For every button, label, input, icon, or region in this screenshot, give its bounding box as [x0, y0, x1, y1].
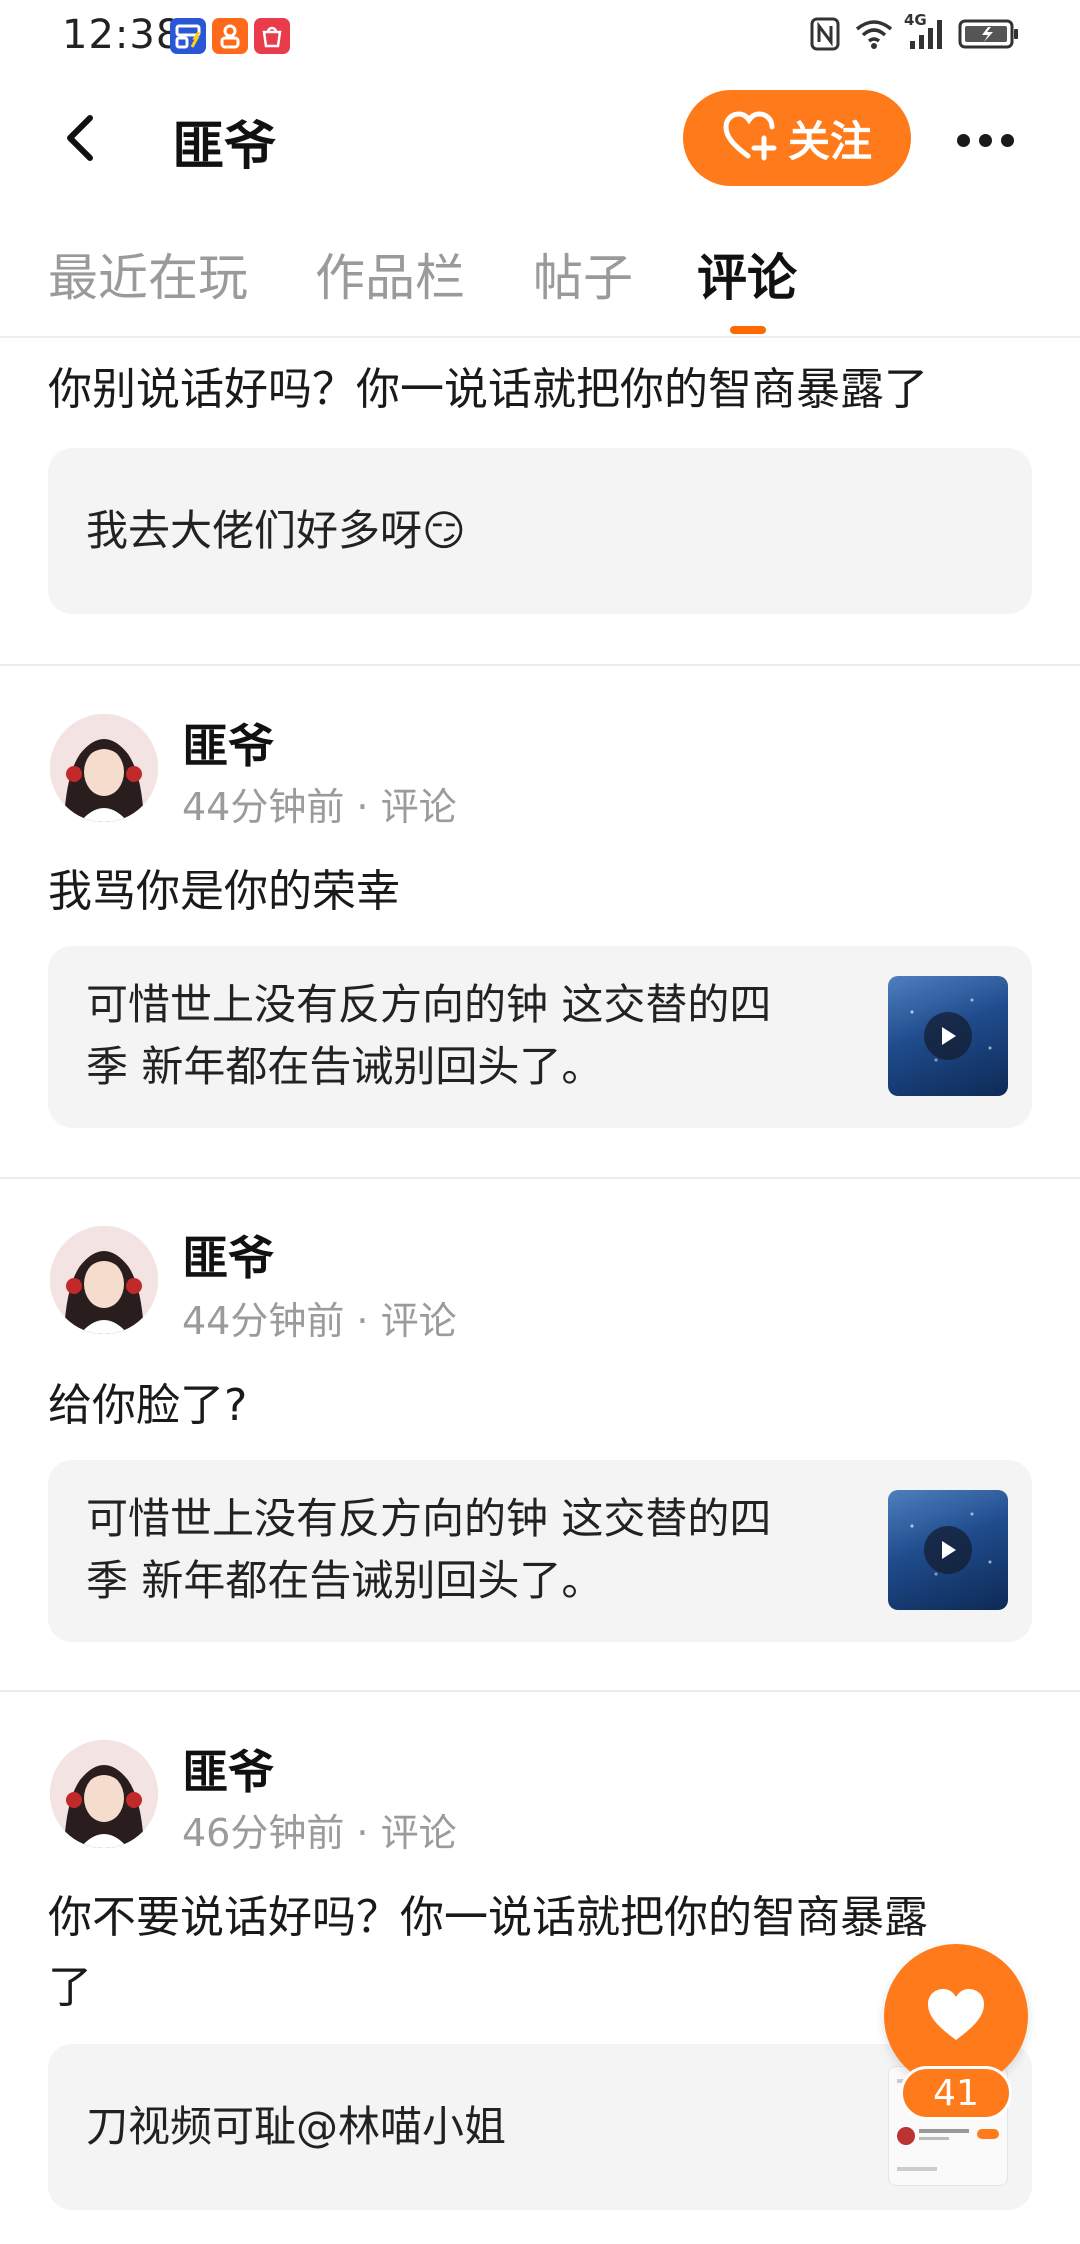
- more-options-button[interactable]: [950, 112, 1020, 168]
- divider: [0, 664, 1080, 666]
- quoted-post-text: 刀视频可耻@林喵小姐: [86, 2102, 507, 2151]
- profile-header: 匪爷 关注: [0, 72, 1080, 202]
- comment-text-line: 你不要说话好吗？你一说话就把你的智商暴露: [48, 1892, 928, 1943]
- comment-text: 你别说话好吗？你一说话就把你的智商暴露了: [48, 364, 928, 415]
- avatar[interactable]: [50, 1226, 158, 1334]
- comment-text: 给你脸了?: [48, 1380, 248, 1431]
- quoted-post[interactable]: 我去大佬们好多呀😏: [48, 448, 1032, 614]
- quoted-post[interactable]: 刀视频可耻@林喵小姐: [48, 2044, 1032, 2210]
- play-icon: [924, 1012, 972, 1060]
- user-name[interactable]: 匪爷: [182, 710, 274, 776]
- follow-label: 关注: [787, 116, 872, 166]
- divider: [0, 1177, 1080, 1179]
- network-type: 4G: [904, 11, 927, 29]
- status-bar: 12:38 4G: [0, 0, 1080, 72]
- nfc-icon: [810, 17, 840, 55]
- avatar[interactable]: [50, 1740, 158, 1848]
- divider: [0, 1690, 1080, 1692]
- app-notification-icon: [170, 18, 206, 54]
- comment-meta: 46分钟前 · 评论: [182, 1811, 457, 1855]
- video-thumbnail[interactable]: [888, 1490, 1008, 1610]
- avatar[interactable]: [50, 714, 158, 822]
- user-name[interactable]: 匪爷: [182, 1222, 274, 1288]
- tab-comments[interactable]: 评论: [697, 238, 797, 310]
- comment-meta: 44分钟前 · 评论: [182, 1299, 457, 1343]
- comment-meta: 44分钟前 · 评论: [182, 785, 457, 829]
- user-name[interactable]: 匪爷: [182, 1736, 274, 1802]
- quoted-post-text-line: 可惜世上没有反方向的钟 这交替的四: [86, 980, 772, 1029]
- app-notification-icon: [254, 18, 290, 54]
- tab-recently-played[interactable]: 最近在玩: [48, 238, 248, 310]
- status-time: 12:38: [62, 12, 183, 58]
- app-notification-icon: [212, 18, 248, 54]
- status-indicators: 4G: [810, 11, 1020, 56]
- like-count: 41: [900, 2066, 1012, 2120]
- video-thumbnail[interactable]: [888, 976, 1008, 1096]
- quoted-post-text: 我去大佬们好多呀😏: [86, 506, 466, 555]
- back-arrow-icon: [60, 110, 100, 170]
- profile-tabs: 最近在玩 作品栏 帖子 评论: [0, 228, 1080, 338]
- heart-icon: [925, 1986, 987, 2046]
- cellular-signal-icon: 4G: [904, 11, 944, 55]
- play-icon: [924, 1526, 972, 1574]
- quoted-post-text-line: 季 新年都在告诫别回头了。: [86, 1556, 604, 1605]
- quoted-post[interactable]: 可惜世上没有反方向的钟 这交替的四 季 新年都在告诫别回头了。: [48, 946, 1032, 1128]
- quoted-post-text-line: 季 新年都在告诫别回头了。: [86, 1042, 604, 1091]
- quoted-post-text-line: 可惜世上没有反方向的钟 这交替的四: [86, 1494, 772, 1543]
- battery-icon: [958, 18, 1020, 54]
- tab-works[interactable]: 作品栏: [315, 238, 465, 310]
- heart-plus-icon: [722, 110, 778, 166]
- tab-posts[interactable]: 帖子: [533, 238, 633, 310]
- follow-button[interactable]: 关注: [683, 90, 911, 186]
- comment-text: 我骂你是你的荣幸: [48, 866, 400, 917]
- quoted-post[interactable]: 可惜世上没有反方向的钟 这交替的四 季 新年都在告诫别回头了。: [48, 1460, 1032, 1642]
- wifi-icon: [854, 18, 894, 54]
- active-tab-indicator: [730, 326, 766, 334]
- back-button[interactable]: [60, 100, 130, 180]
- more-icon: [956, 133, 1014, 147]
- page-title: 匪爷: [172, 117, 277, 177]
